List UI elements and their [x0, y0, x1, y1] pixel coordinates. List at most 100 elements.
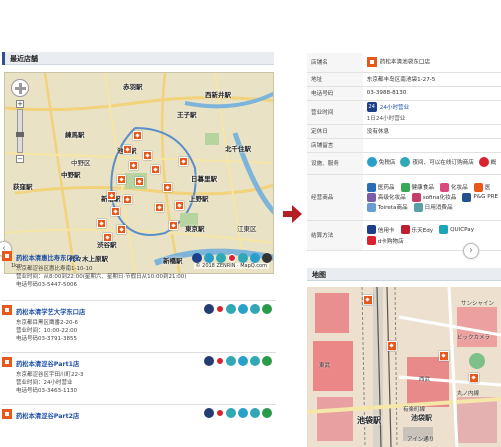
section-accent-bar: [2, 52, 5, 65]
store-pin[interactable]: [123, 145, 132, 154]
product-tag: 化妆品: [439, 182, 468, 192]
delivery-icon: [400, 157, 411, 167]
map-station-label: 池袋駅: [411, 414, 432, 422]
delivery-icon: [226, 356, 236, 366]
info-key: 店铺名: [307, 53, 363, 73]
store-pin[interactable]: [175, 201, 184, 210]
product-tag: 医: [473, 182, 490, 192]
delivery-icon: [226, 408, 236, 418]
store-list-item[interactable]: 药松本清惠比寿东口店 东京都涩谷区惠比寿南1-10-10 营业时间：从8:00到…: [2, 249, 276, 301]
store-pin[interactable]: [107, 191, 116, 200]
zoom-slider-knob[interactable]: [16, 132, 24, 137]
nearby-stores-map[interactable]: + − 赤羽駅 西新井駅 王子駅 練馬駅 池袋駅 北千住駅 新宿駅 日暮里駅 荻…: [4, 72, 274, 274]
product-tag: 医药品: [366, 182, 395, 192]
store-pin[interactable]: [117, 225, 126, 234]
store-pin[interactable]: [111, 207, 120, 216]
info-row-phone: 电话号码 03-3988-8130: [307, 86, 501, 101]
edy-icon: [400, 225, 410, 234]
store-list-item[interactable]: 药松本清涩谷Part1店 东京都涩谷区宇田川町22-3 营业时间：24小时营业 …: [2, 355, 276, 405]
store-name-link[interactable]: 药松本清学艺大学东口店: [16, 307, 85, 316]
store-logo-icon: [2, 305, 12, 315]
map-station-label: 上野駅: [189, 195, 209, 203]
store-service-icons: [204, 304, 272, 314]
toireta-icon: [366, 202, 376, 212]
store-pin[interactable]: [169, 221, 178, 230]
store-pin[interactable]: [163, 183, 172, 192]
store-pin[interactable]: [151, 165, 160, 174]
store-phone: 电话号码03-5447-5006: [16, 282, 77, 288]
card-icon: [250, 356, 260, 366]
zoom-in-button[interactable]: +: [16, 100, 24, 108]
24h-icon: [204, 408, 214, 418]
credit-card-icon: [366, 225, 376, 234]
map-building-label: 東武: [319, 363, 331, 369]
map-area-label: 中野区: [71, 159, 91, 167]
store-pin[interactable]: [133, 131, 142, 140]
map-station-label: 北千住駅: [225, 145, 251, 153]
map-station-label: 東京駅: [185, 225, 205, 233]
store-phone: 电话号码03-3791-3855: [16, 336, 77, 342]
zoom-slider[interactable]: [16, 109, 24, 153]
medical-icon: [473, 182, 483, 192]
store-pin[interactable]: [129, 161, 138, 170]
store-pin[interactable]: [117, 175, 126, 184]
store-details: 东京都涩谷区惠比寿南1-10-10 营业时间：从8:00到22:00(星期六、星…: [16, 265, 186, 289]
info-key: 营业时间: [307, 100, 363, 125]
map-station-label: 西新井駅: [205, 91, 231, 99]
map-street-label: アイン通り: [407, 437, 435, 443]
map-streets: [307, 287, 501, 447]
cosmetics-icon: [238, 408, 248, 418]
payment-tag: 信用卡: [366, 225, 395, 234]
info-row-message: 店铺留言: [307, 138, 501, 153]
store-pin[interactable]: [143, 151, 152, 160]
map-pan-control[interactable]: [11, 79, 29, 97]
store-list-item[interactable]: 药松本清学艺大学东口店 东京都目黑区鹰番2-20-6 营业时间：10:00-22…: [2, 303, 276, 353]
store-pin[interactable]: [179, 157, 188, 166]
zoom-out-button[interactable]: −: [16, 155, 24, 163]
store-info-table: 店铺名 药松本清池袋东口店 地址 东京都丰岛区南池袋1-27-5 电话号码 03…: [307, 53, 501, 251]
map-station-label: 池袋駅: [357, 416, 381, 425]
store-pin[interactable]: [439, 351, 449, 361]
store-name: 药松本清池袋东口店: [379, 59, 431, 66]
store-pin[interactable]: [155, 203, 164, 212]
24h-icon: [204, 304, 214, 314]
store-hours: 营业时间：从8:00到22:00(星期六、星期日·节假日从10:00到21:00…: [16, 274, 187, 280]
store-pin[interactable]: [469, 373, 479, 383]
store-logo-icon: [366, 57, 377, 68]
store-details: 东京都涩谷区宇田川町22-3 营业时间：24小时营业 电话号码03-3463-1…: [16, 371, 83, 395]
daily-goods-icon: [413, 202, 423, 212]
info-row-hours: 营业时间 24 24小时营业 1日24小时营业: [307, 100, 501, 125]
store-pin[interactable]: [135, 177, 144, 186]
store-hours: 营业时间：10:00-22:00: [16, 328, 78, 334]
hours-sub: 1日24小时营业: [366, 116, 406, 122]
tax-free-icon: [204, 253, 214, 263]
card-icon: [250, 408, 260, 418]
store-address: 东京都涩谷区惠比寿南1-10-10: [16, 266, 93, 272]
product-tag: 日用消费品: [413, 202, 453, 212]
person-icon: [262, 356, 272, 366]
carousel-next-button[interactable]: ›: [463, 243, 479, 259]
map-line-label: 丸ノ内線: [457, 391, 480, 397]
store-pin[interactable]: [363, 295, 373, 305]
holiday-value: 没有休息: [362, 124, 501, 139]
medicine-icon: [366, 182, 376, 192]
store-list-item[interactable]: 药松本清涩谷Part2店: [2, 407, 276, 431]
store-name-link[interactable]: 药松本清惠比寿东口店: [16, 253, 79, 262]
store-pin[interactable]: [103, 233, 112, 242]
store-location-map[interactable]: 池袋駅 有楽町線 池袋駅 東武 西武 ビックカメラ 丸ノ内線 サンシャイン アイ…: [307, 287, 501, 447]
sofina-icon: [411, 192, 421, 202]
delivery-icon: [226, 304, 236, 314]
store-pin[interactable]: [387, 341, 397, 351]
cosmetics-icon: [439, 182, 449, 192]
store-logo-icon: [2, 251, 12, 261]
info-row-name: 店铺名 药松本清池袋东口店: [307, 53, 501, 73]
store-pin[interactable]: [97, 219, 106, 228]
map-building-label: ビックカメラ: [457, 335, 491, 341]
store-name-link[interactable]: 药松本清涩谷Part2店: [16, 411, 79, 420]
map-station-label: 赤羽駅: [123, 83, 143, 91]
card-icon: [216, 253, 226, 263]
info-key: 设施、服务: [307, 152, 363, 175]
store-name-link[interactable]: 药松本清涩谷Part1店: [16, 359, 79, 368]
d-point-icon: [216, 305, 224, 313]
store-pin[interactable]: [123, 195, 132, 204]
